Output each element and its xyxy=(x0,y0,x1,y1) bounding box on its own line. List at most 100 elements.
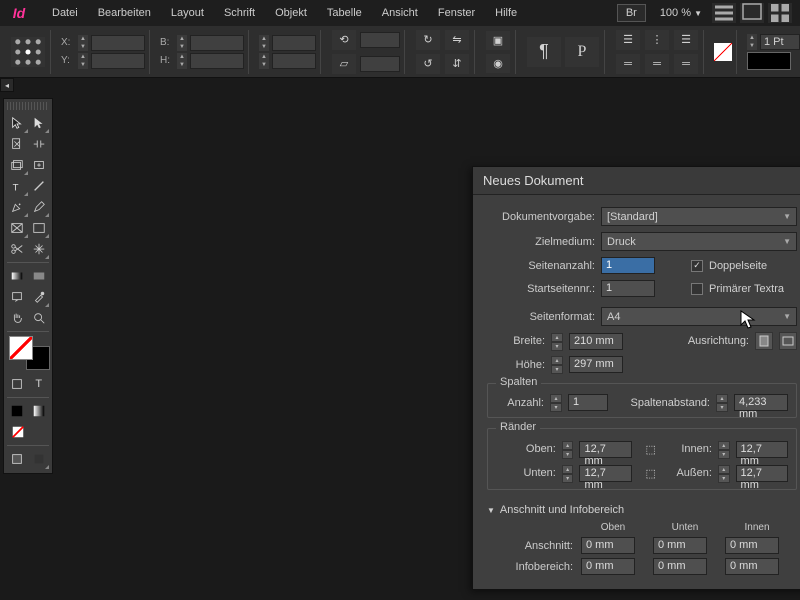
fill-swatch-icon[interactable] xyxy=(714,43,732,61)
type-tool[interactable]: T xyxy=(7,176,28,196)
menu-hilfe[interactable]: Hilfe xyxy=(485,3,527,23)
paragraph-style-icon[interactable]: ¶ xyxy=(527,37,561,67)
scaley-stepper[interactable]: ▲▼ xyxy=(259,53,269,69)
scalex-stepper[interactable]: ▲▼ xyxy=(259,35,269,51)
bleed-top-input[interactable]: 0 mm xyxy=(581,537,635,554)
height-stepper[interactable]: ▴▾ xyxy=(551,356,563,373)
w-stepper[interactable]: ▲▼ xyxy=(177,35,187,51)
eyedropper-tool[interactable] xyxy=(29,287,50,307)
preview-view-icon[interactable] xyxy=(29,449,50,469)
facing-pages-checkbox[interactable] xyxy=(691,260,703,272)
height-input[interactable]: 297 mm xyxy=(569,356,623,373)
hand-tool[interactable] xyxy=(7,308,28,328)
align-left-icon[interactable]: ☰ xyxy=(616,30,640,50)
margin-inside-input[interactable]: 12,7 mm xyxy=(736,441,788,458)
rotate-ccw-icon[interactable]: ↺ xyxy=(416,54,440,74)
note-tool[interactable] xyxy=(7,287,28,307)
align-right-icon[interactable]: ☰ xyxy=(674,30,698,50)
rectangle-frame-tool[interactable] xyxy=(7,218,28,238)
menu-layout[interactable]: Layout xyxy=(161,3,214,23)
line-tool[interactable] xyxy=(29,176,50,196)
arrange-icon[interactable] xyxy=(768,3,792,23)
margin-top-input[interactable]: 12,7 mm xyxy=(579,441,631,458)
margin-top-stepper[interactable]: ▴▾ xyxy=(562,441,574,458)
menu-fenster[interactable]: Fenster xyxy=(428,3,485,23)
stroke-style-select[interactable] xyxy=(747,52,791,70)
select-content-icon[interactable]: ◉ xyxy=(486,54,510,73)
intent-select[interactable]: Druck▼ xyxy=(601,232,797,251)
x-stepper[interactable]: ▲▼ xyxy=(78,35,88,51)
x-input[interactable] xyxy=(91,35,145,51)
orientation-portrait-button[interactable] xyxy=(755,332,773,350)
pagesize-select[interactable]: A4▼ xyxy=(601,307,797,326)
apply-text-icon[interactable]: T xyxy=(29,374,50,394)
pages-input[interactable]: 1 xyxy=(601,257,655,274)
align-mid-icon[interactable]: ═ xyxy=(645,54,669,74)
ruler-corner-icon[interactable]: ◂ xyxy=(0,78,14,92)
normal-view-icon[interactable] xyxy=(7,449,28,469)
shear-icon[interactable]: ▱ xyxy=(332,54,356,74)
y-input[interactable] xyxy=(91,53,145,69)
screen-mode-icon[interactable] xyxy=(740,3,764,23)
rotate-input[interactable] xyxy=(360,32,400,48)
shear-input[interactable] xyxy=(360,56,400,72)
stroke-stepper[interactable]: ▲▼ xyxy=(747,34,757,50)
slug-bottom-input[interactable]: 0 mm xyxy=(653,558,707,575)
apply-none-icon[interactable] xyxy=(7,422,29,442)
align-top-icon[interactable]: ═ xyxy=(616,54,640,74)
h-stepper[interactable]: ▲▼ xyxy=(177,53,187,69)
menu-datei[interactable]: Datei xyxy=(42,3,88,23)
column-count-input[interactable]: 1 xyxy=(568,394,608,411)
apply-color-icon[interactable] xyxy=(7,401,28,421)
transform-tool[interactable] xyxy=(29,239,50,259)
pen-tool[interactable] xyxy=(7,197,28,217)
rectangle-tool[interactable] xyxy=(29,218,50,238)
start-page-input[interactable]: 1 xyxy=(601,280,655,297)
content-collector-tool[interactable] xyxy=(7,155,28,175)
y-stepper[interactable]: ▲▼ xyxy=(78,53,88,69)
gutter-stepper[interactable]: ▴▾ xyxy=(716,394,728,411)
scaley-input[interactable] xyxy=(272,53,316,69)
gradient-feather-tool[interactable] xyxy=(29,266,50,286)
apply-container-icon[interactable] xyxy=(7,374,28,394)
select-container-icon[interactable]: ▣ xyxy=(486,31,510,50)
flip-h-icon[interactable]: ⇋ xyxy=(445,30,469,50)
primary-textframe-checkbox[interactable] xyxy=(691,283,703,295)
scalex-input[interactable] xyxy=(272,35,316,51)
w-input[interactable] xyxy=(190,35,244,51)
stroke-weight-input[interactable]: 1 Pt xyxy=(760,34,800,50)
flip-v-icon[interactable]: ⇵ xyxy=(445,54,469,74)
menu-ansicht[interactable]: Ansicht xyxy=(372,3,428,23)
preset-select[interactable]: [Standard]▼ xyxy=(601,207,797,226)
margin-inside-stepper[interactable]: ▴▾ xyxy=(718,441,730,458)
zoom-tool[interactable] xyxy=(29,308,50,328)
slug-inside-input[interactable]: 0 mm xyxy=(725,558,779,575)
direct-selection-tool[interactable] xyxy=(29,113,50,133)
rotate-icon[interactable]: ⟲ xyxy=(332,30,356,50)
width-input[interactable]: 210 mm xyxy=(569,333,623,350)
char-style-icon[interactable]: P xyxy=(565,37,599,67)
panel-grip[interactable] xyxy=(7,102,49,110)
rotate-cw-icon[interactable]: ↻ xyxy=(416,30,440,50)
slug-top-input[interactable]: 0 mm xyxy=(581,558,635,575)
gap-tool[interactable] xyxy=(29,134,50,154)
margin-bottom-input[interactable]: 12,7 mm xyxy=(579,465,631,482)
pencil-tool[interactable] xyxy=(29,197,50,217)
scissors-tool[interactable] xyxy=(7,239,28,259)
margin-bottom-stepper[interactable]: ▴▾ xyxy=(562,465,574,482)
content-placer-tool[interactable] xyxy=(29,155,50,175)
orientation-landscape-button[interactable] xyxy=(779,332,797,350)
bleed-bottom-input[interactable]: 0 mm xyxy=(653,537,707,554)
apply-gradient-icon[interactable] xyxy=(29,401,50,421)
gradient-swatch-tool[interactable] xyxy=(7,266,28,286)
menu-tabelle[interactable]: Tabelle xyxy=(317,3,372,23)
bleed-disclosure[interactable]: ▼Anschnitt und Infobereich xyxy=(487,504,797,516)
gutter-input[interactable]: 4,233 mm xyxy=(734,394,788,411)
bridge-button[interactable]: Br xyxy=(617,4,646,22)
margin-outside-stepper[interactable]: ▴▾ xyxy=(718,465,730,482)
view-options-icon[interactable] xyxy=(712,3,736,23)
menu-objekt[interactable]: Objekt xyxy=(265,3,317,23)
align-bot-icon[interactable]: ═ xyxy=(674,54,698,74)
h-input[interactable] xyxy=(190,53,244,69)
bleed-inside-input[interactable]: 0 mm xyxy=(725,537,779,554)
